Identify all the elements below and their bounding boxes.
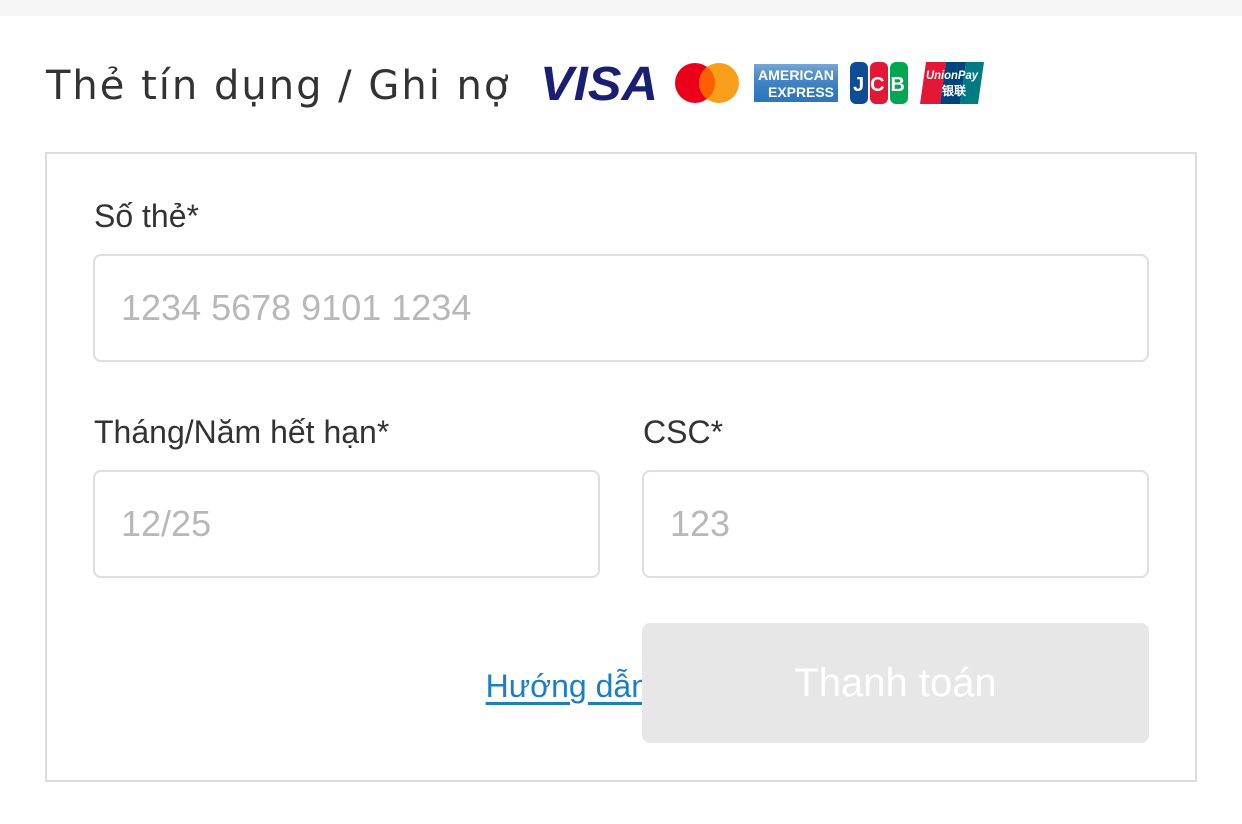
expiry-label: Tháng/Năm hết hạn* — [94, 414, 390, 450]
amex-logo-line2: EXPRESS — [768, 84, 834, 100]
card-number-label: Số thẻ* — [94, 198, 199, 234]
guide-link[interactable]: Hướng dẫn — [486, 666, 649, 706]
csc-label: CSC* — [643, 414, 724, 450]
jcb-logo: JCB — [850, 62, 908, 104]
amex-logo: AMERICAN EXPRESS — [754, 64, 838, 102]
unionpay-logo-line1: UnionPay — [926, 68, 979, 82]
visa-logo-text: VISA — [540, 60, 658, 106]
unionpay-logo-line2: 银联 — [942, 83, 966, 98]
visa-logo: VISA — [540, 60, 658, 106]
mastercard-logo — [675, 63, 739, 103]
unionpay-logo: UnionPay 银联 — [920, 62, 984, 104]
jcb-logo-text: JCB — [853, 74, 905, 96]
expiry-input[interactable] — [93, 470, 600, 578]
section-title: Thẻ tín dụng / Ghi nợ — [46, 63, 511, 109]
pay-button[interactable]: Thanh toán — [642, 623, 1149, 743]
card-number-input[interactable] — [93, 254, 1149, 362]
amex-logo-line1: AMERICAN — [758, 67, 834, 83]
top-strip — [0, 0, 1242, 16]
csc-input[interactable] — [642, 470, 1149, 578]
